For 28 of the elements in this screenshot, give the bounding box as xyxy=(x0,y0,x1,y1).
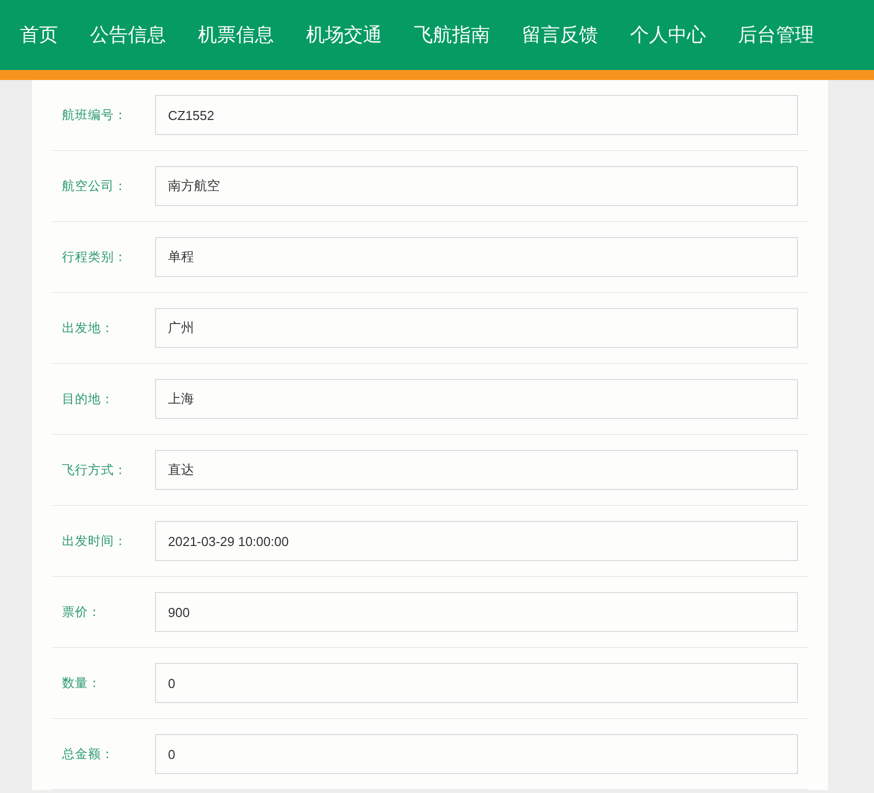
field-label: 总金额： xyxy=(62,746,115,762)
nav-link[interactable]: 机场交通 xyxy=(306,22,382,48)
field-label: 票价： xyxy=(62,604,102,620)
nav-link[interactable]: 个人中心 xyxy=(630,22,706,48)
input-field[interactable]: 广州 xyxy=(155,308,798,348)
field-label: 航空公司： xyxy=(62,178,128,194)
nav-link[interactable]: 机票信息 xyxy=(198,22,274,48)
field-label: 飞行方式： xyxy=(62,462,128,478)
input-field[interactable]: 900 xyxy=(155,592,798,632)
input-field[interactable]: CZ1552 xyxy=(155,95,798,135)
input-field[interactable]: 单程 xyxy=(155,237,798,277)
field-label: 出发时间： xyxy=(62,532,128,550)
input-field[interactable]: 0 xyxy=(155,663,798,703)
input-field[interactable]: 上海 xyxy=(155,379,798,419)
nav-link[interactable]: 首页 xyxy=(20,22,58,48)
field-label: 出发地： xyxy=(62,320,115,336)
input-field[interactable]: 2021-03-29 10:00:00 xyxy=(155,521,798,561)
nav-link[interactable]: 飞航指南 xyxy=(414,22,490,48)
input-field[interactable]: 直达 xyxy=(155,450,798,490)
field-label: 数量： xyxy=(62,674,102,692)
nav-link[interactable]: 留言反馈 xyxy=(522,22,598,48)
input-field[interactable]: 0 xyxy=(155,734,798,774)
nav-link[interactable]: 后台管理 xyxy=(738,22,814,48)
field-label: 航班编号： xyxy=(62,106,128,124)
input-field[interactable]: 南方航空 xyxy=(155,166,798,206)
nav-link[interactable]: 公告信息 xyxy=(90,22,166,48)
field-label: 行程类别： xyxy=(62,248,128,266)
field-label: 目的地： xyxy=(62,390,115,408)
